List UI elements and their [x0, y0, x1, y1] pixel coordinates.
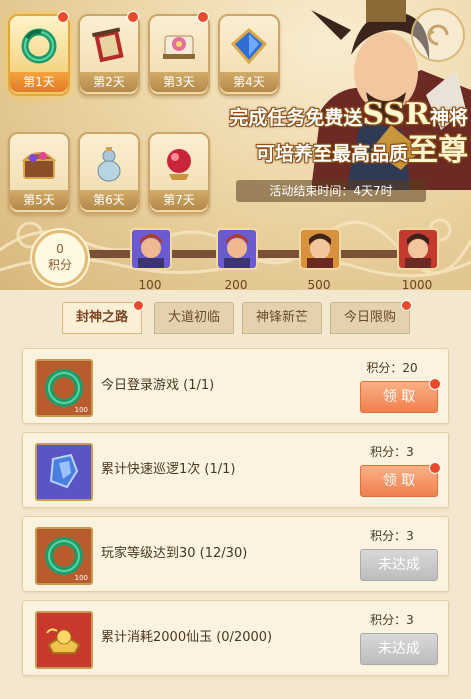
tab-dadao[interactable]: 大道初临: [154, 302, 234, 334]
day-card-1[interactable]: 第1天: [8, 11, 70, 106]
headline-highlight: SSR: [362, 97, 430, 132]
day-card-6[interactable]: 第6天: [78, 132, 140, 224]
notification-dot: [127, 11, 139, 23]
day-card-2[interactable]: 第2天: [78, 11, 140, 106]
gold-ingot-icon: [46, 628, 81, 654]
gourd-bottle-icon: [97, 147, 121, 182]
tab-label: 神锋新芒: [255, 310, 308, 325]
not-achieved-button[interactable]: 未达成: [360, 633, 438, 665]
notification-dot: [401, 300, 412, 311]
task-score: 积分：20: [366, 361, 418, 375]
tab-label: 大道初临: [167, 310, 220, 325]
day-label: 第1天: [10, 72, 68, 92]
milestone-reward[interactable]: 100: [130, 228, 172, 290]
score-value: 0: [56, 242, 64, 256]
day-label: 第7天: [150, 190, 208, 210]
tab-fengshen-road[interactable]: 封神之路: [62, 300, 144, 334]
reward-item[interactable]: 100: [35, 527, 93, 585]
task-description: 今日登录游戏 (1/1): [101, 378, 215, 393]
button-label: 领 取: [382, 389, 416, 405]
task-row: 累计快速巡逻1次 (1/1) 积分：3 领 取: [22, 432, 449, 508]
jade-ring-icon: [21, 28, 57, 64]
hero-avatar-icon: [299, 228, 341, 270]
reward-item[interactable]: 100: [35, 359, 93, 417]
task-score: 积分：3: [370, 529, 414, 543]
milestone-value: 200: [224, 278, 248, 290]
reward-item[interactable]: [35, 443, 93, 501]
card-body: 第6天: [78, 132, 140, 214]
notification-dot: [57, 11, 69, 23]
day-card-5[interactable]: 第5天: [8, 132, 70, 224]
milestone-reward[interactable]: 1000: [397, 228, 439, 290]
score-label: 积分: [47, 258, 72, 272]
not-achieved-button[interactable]: 未达成: [360, 549, 438, 581]
banner-scroll-icon: [91, 27, 124, 63]
card-body: 第3天: [148, 14, 210, 96]
notification-dot: [197, 11, 209, 23]
notification-dot: [429, 462, 441, 474]
item-quantity: 100: [74, 574, 88, 582]
tab-daily-limited[interactable]: 今日限购: [330, 300, 412, 334]
treasure-chest-icon: [21, 152, 57, 179]
button-label: 领 取: [382, 473, 416, 489]
task-description: 玩家等级达到30 (12/30): [101, 546, 248, 561]
milestone-value: 1000: [401, 278, 433, 290]
back-button[interactable]: [411, 8, 465, 62]
day-card-3[interactable]: 第3天: [148, 11, 210, 106]
day-label: 第6天: [80, 190, 138, 210]
headline-text: 完成任务免费送: [229, 107, 363, 129]
milestone-reward[interactable]: 500: [299, 228, 341, 290]
score-progress: 0 积分 100 200 500 1000: [0, 224, 471, 290]
notification-dot: [133, 300, 144, 311]
hero-avatar-icon: [216, 228, 258, 270]
card-body: 第2天: [78, 14, 140, 96]
day-label: 第5天: [10, 190, 68, 210]
day-label: 第3天: [150, 72, 208, 92]
blue-crystal-icon: [230, 28, 268, 65]
tab-label: 今日限购: [343, 310, 396, 325]
card-body: 第1天: [8, 14, 70, 96]
day-label: 第4天: [220, 72, 278, 92]
hero-avatar-icon: [397, 228, 439, 270]
task-row: 100 今日登录游戏 (1/1) 积分：20 领 取: [22, 348, 449, 424]
day-label: 第2天: [80, 72, 138, 92]
milestone-value: 500: [307, 278, 331, 290]
hero-avatar-icon: [130, 228, 172, 270]
milestone-reward[interactable]: 200: [216, 228, 258, 290]
card-body: 第5天: [8, 132, 70, 214]
headline-highlight: 至尊: [408, 133, 468, 168]
task-panel: 封神之路 大道初临 神锋新芒 今日限购 100 今日登录游戏 (1/1) 积分：…: [0, 290, 471, 699]
task-score: 积分：3: [370, 445, 414, 459]
task-description: 累计消耗2000仙玉 (0/2000): [101, 630, 273, 645]
flower-scroll-icon: [163, 35, 195, 59]
milestone-value: 100: [138, 278, 162, 290]
headline-text: 神将: [429, 107, 468, 129]
reward-item[interactable]: [35, 611, 93, 669]
promo-headline: 完成任务免费送SSR神将 可培养至最高品质至尊: [168, 100, 468, 172]
back-arrow-icon: [427, 24, 449, 46]
notification-dot: [429, 378, 441, 390]
event-end-time: 活动结束时间：4天7时: [236, 180, 426, 202]
blue-crystal-shard-icon: [49, 453, 79, 489]
tab-shenfeng[interactable]: 神锋新芒: [242, 302, 322, 334]
tab-label: 封神之路: [75, 310, 128, 325]
event-banner: 第1天 第2天 第3天 第4天 第5天 第6天 第7天 完成任务免费送SSR神将…: [0, 0, 471, 290]
button-label: 未达成: [378, 641, 420, 657]
task-row: 累计消耗2000仙玉 (0/2000) 积分：3 未达成: [22, 600, 449, 676]
score-badge: 0 积分: [32, 230, 88, 286]
button-label: 未达成: [378, 557, 420, 573]
task-description: 累计快速巡逻1次 (1/1): [101, 462, 236, 477]
claim-button[interactable]: 领 取: [360, 462, 441, 497]
task-score: 积分：3: [370, 613, 414, 627]
card-body: 第4天: [218, 14, 280, 96]
task-row: 100 玩家等级达到30 (12/30) 积分：3 未达成: [22, 516, 449, 592]
item-quantity: 100: [74, 406, 88, 414]
claim-button[interactable]: 领 取: [360, 378, 441, 413]
headline-text: 可培养至最高品质: [255, 143, 408, 165]
day-card-4[interactable]: 第4天: [218, 14, 280, 106]
